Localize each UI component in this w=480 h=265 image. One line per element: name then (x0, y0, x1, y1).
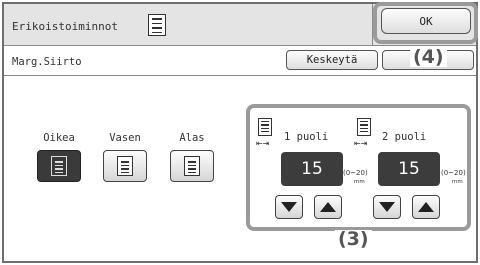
side2-range: (0~20) (441, 169, 466, 177)
direction-down-button[interactable] (170, 150, 214, 182)
callout-ok: (4) (410, 48, 447, 67)
side2-unit: mm (452, 179, 463, 185)
side1-decrease-button[interactable] (275, 195, 303, 219)
direction-label-down: Alas (179, 132, 205, 144)
arrow-up-icon (320, 202, 336, 212)
arrow-down-icon (281, 202, 297, 212)
ok-button[interactable]: OK (381, 8, 471, 34)
side1-unit: mm (354, 179, 365, 185)
page-icon (51, 156, 67, 176)
callout-margins: (3) (335, 230, 372, 249)
side2-shift-arrow-icon: ⇤⇥ (354, 139, 368, 148)
document-icon (148, 14, 166, 36)
page-icon (184, 156, 200, 176)
side1-value: 15 (281, 152, 343, 186)
side1-label: 1 puoli (284, 131, 329, 143)
arrow-up-icon (418, 202, 434, 212)
function-title: Marg.Siirto (12, 56, 82, 68)
cancel-button[interactable]: Keskeytä (286, 50, 378, 70)
side2-increase-button[interactable] (412, 195, 440, 219)
title-divider (372, 4, 373, 46)
side1-page-icon (258, 118, 272, 136)
direction-label-left: Vasen (109, 132, 141, 144)
side2-label: 2 puoli (382, 131, 427, 143)
side2-page-icon (357, 118, 371, 136)
side1-range: (0~20) (343, 169, 368, 177)
page-title: Erikoistoiminnot (12, 20, 118, 33)
side2-value: 15 (378, 152, 440, 186)
side1-shift-arrow-icon: ⇤⇥ (256, 139, 270, 148)
arrow-down-icon (379, 202, 395, 212)
direction-label-right: Oikea (43, 132, 75, 144)
side2-decrease-button[interactable] (373, 195, 401, 219)
direction-left-button[interactable] (103, 150, 147, 182)
side1-increase-button[interactable] (314, 195, 342, 219)
direction-right-button[interactable] (37, 150, 81, 182)
page-icon (117, 156, 133, 176)
